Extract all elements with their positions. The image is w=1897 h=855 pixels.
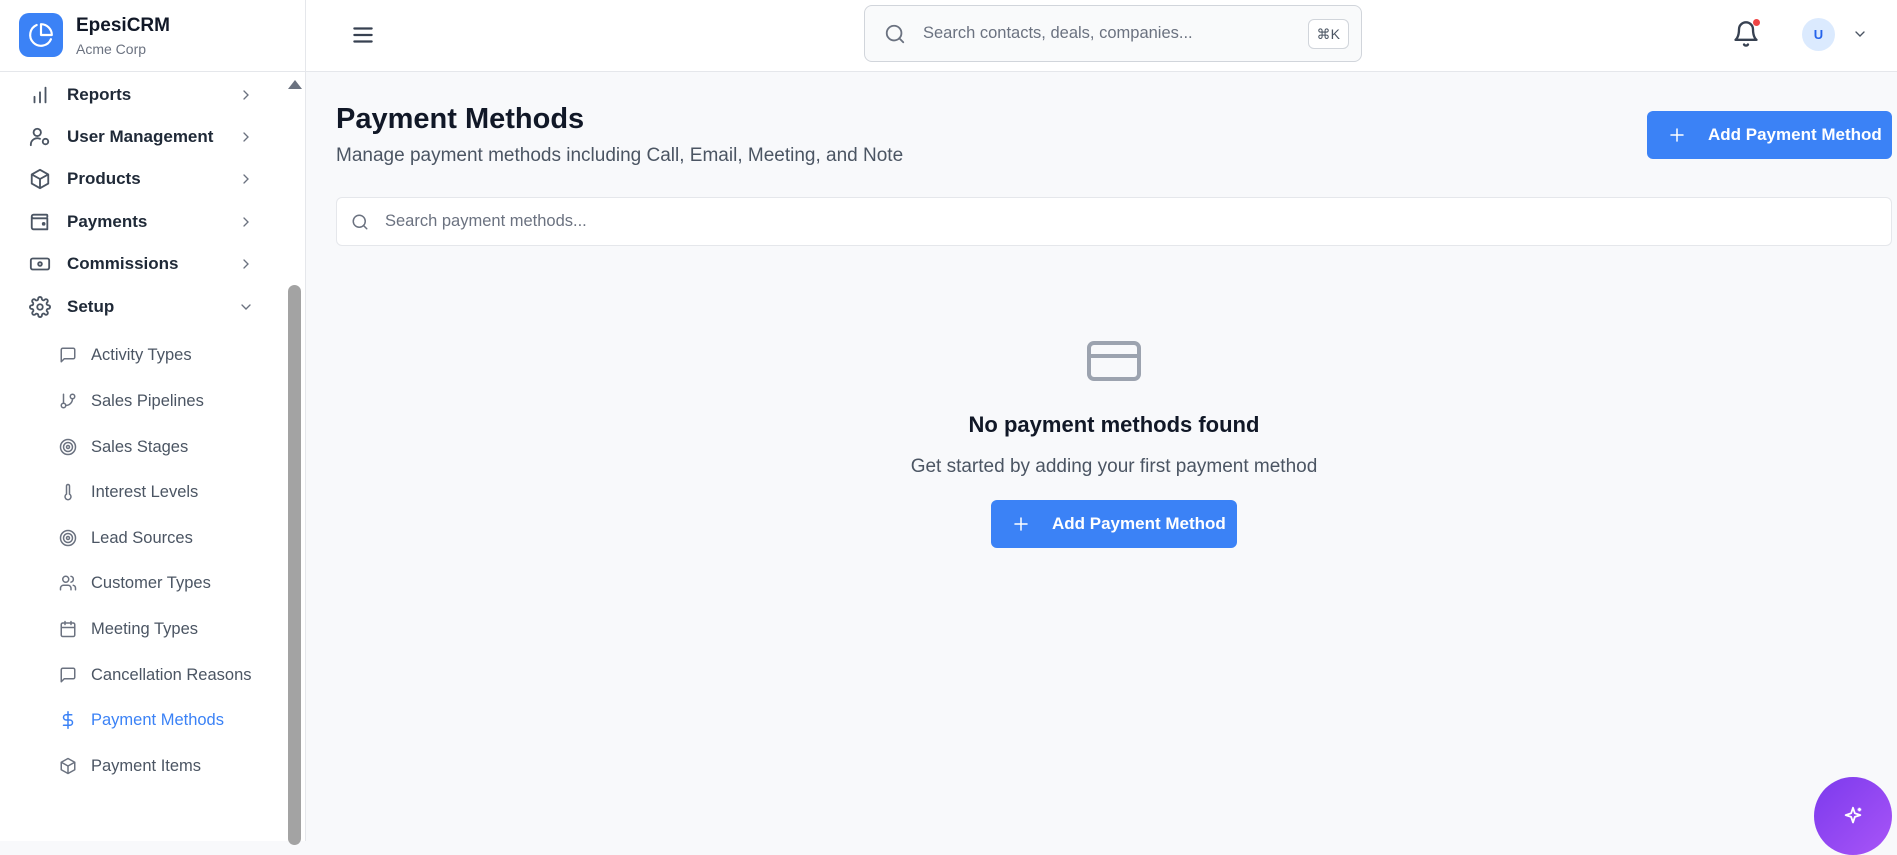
chevron-right-icon (243, 259, 249, 269)
sidebar-item-user-management[interactable]: User Management (0, 114, 270, 160)
avatar[interactable]: U (1802, 18, 1835, 51)
sidebar-item-products[interactable]: Products (0, 156, 270, 202)
dollar-icon (62, 711, 74, 729)
sidebar-subitem-label: Meeting Types (91, 619, 199, 638)
empty-state-title: No payment methods found (968, 412, 1260, 437)
search-icon (352, 214, 368, 230)
sidebar-subitem-label: Sales Pipelines (91, 391, 204, 410)
calendar-icon (60, 620, 76, 638)
sidebar-item-label: Products (67, 169, 141, 188)
page-title: Payment Methods (336, 103, 585, 135)
sidebar-item-label: Commissions (67, 254, 179, 273)
sidebar-subitem-label: Payment Items (91, 756, 202, 775)
sidebar-item-payments[interactable]: Payments (0, 199, 270, 245)
box-icon (30, 168, 50, 190)
plus-icon (1670, 128, 1684, 142)
sidebar-subitem-payment-methods[interactable]: Payment Methods (0, 700, 270, 740)
sidebar-subitem-cancellation-reasons[interactable]: Cancellation Reasons (0, 655, 270, 695)
target-icon (59, 529, 77, 547)
chevron-down-icon (241, 304, 251, 310)
sidebar-nav: Reports User Management Products Payment… (0, 72, 284, 841)
sidebar-subitem-sales-pipelines[interactable]: Sales Pipelines (0, 381, 270, 421)
empty-add-payment-method-button[interactable]: Add Payment Method (991, 500, 1237, 548)
sidebar-subitem-meeting-types[interactable]: Meeting Types (0, 609, 270, 649)
target-icon (59, 438, 77, 456)
sidebar-item-commissions[interactable]: Commissions (0, 241, 270, 287)
brand-org: Acme Corp (76, 41, 147, 57)
ai-assistant-button[interactable] (1814, 777, 1892, 855)
banknote-icon (29, 257, 51, 271)
global-search-placeholder: Search contacts, deals, companies... (923, 24, 1193, 42)
brand-name: EpesiCRM (76, 15, 170, 36)
sidebar-item-label: User Management (67, 127, 214, 146)
chevron-right-icon (243, 217, 249, 227)
sparkles-icon (1844, 806, 1862, 824)
sidebar-item-setup[interactable]: Setup (0, 284, 270, 330)
search-shortcut-badge: ⌘K (1307, 19, 1349, 49)
sidebar-subitem-label: Interest Levels (91, 482, 199, 501)
sidebar-item-label: Payments (67, 212, 148, 231)
users-icon (59, 575, 77, 591)
payment-methods-search-input[interactable]: Search payment methods... (336, 197, 1892, 246)
add-payment-method-label: Add Payment Method (1708, 125, 1882, 144)
notification-dot (1753, 19, 1760, 26)
sidebar-item-reports[interactable]: Reports (0, 72, 270, 118)
box-icon (60, 757, 76, 775)
bar-chart-icon (33, 86, 47, 104)
page-subtitle: Manage payment methods including Call, E… (336, 145, 904, 166)
chevron-right-icon (243, 90, 249, 100)
chevron-down-icon[interactable] (1852, 26, 1868, 42)
sidebar-scroll-thumb[interactable] (288, 285, 301, 845)
git-branch-icon (60, 393, 76, 409)
sidebar-subitem-label: Cancellation Reasons (91, 665, 252, 684)
add-payment-method-button[interactable]: Add Payment Method (1647, 111, 1892, 159)
main-content: Payment Methods Manage payment methods i… (306, 73, 1897, 841)
user-gear-icon (29, 127, 50, 147)
gear-icon (29, 296, 51, 318)
sidebar-item-label: Reports (67, 85, 132, 104)
message-square-icon (60, 347, 76, 363)
sidebar-subitem-label: Sales Stages (91, 437, 189, 456)
sidebar-subitem-activity-types[interactable]: Activity Types (0, 335, 270, 375)
thermometer-icon (64, 483, 72, 501)
sidebar: EpesiCRM Acme Corp Reports User Manageme… (0, 0, 306, 845)
brand-header[interactable]: EpesiCRM Acme Corp (0, 0, 305, 72)
sidebar-item-label: Setup (67, 297, 115, 316)
sidebar-subitem-interest-levels[interactable]: Interest Levels (0, 472, 270, 512)
top-bar: Search contacts, deals, companies... ⌘K … (306, 0, 1897, 72)
sidebar-subitem-sales-stages[interactable]: Sales Stages (0, 427, 270, 467)
payment-methods-search-placeholder: Search payment methods... (385, 212, 587, 230)
wallet-icon (30, 213, 49, 231)
global-search-input[interactable]: Search contacts, deals, companies... ⌘K (864, 5, 1362, 62)
sidebar-subitem-label: Payment Methods (91, 710, 224, 729)
sidebar-subitem-customer-types[interactable]: Customer Types (0, 563, 270, 603)
sidebar-subitem-label: Lead Sources (91, 528, 193, 547)
message-square-icon (60, 667, 76, 683)
sidebar-subitem-lead-sources[interactable]: Lead Sources (0, 518, 270, 558)
chevron-right-icon (243, 174, 249, 184)
credit-card-icon (1087, 341, 1141, 381)
sidebar-subitem-label: Customer Types (91, 573, 211, 592)
menu-icon[interactable] (350, 22, 376, 48)
plus-icon (1014, 517, 1028, 531)
empty-state-subtitle: Get started by adding your first payment… (910, 456, 1318, 477)
brand-logo-icon (19, 13, 63, 57)
empty-add-payment-method-label: Add Payment Method (1052, 514, 1226, 533)
sidebar-subitem-payment-items[interactable]: Payment Items (0, 746, 270, 786)
scroll-up-arrow-icon[interactable] (288, 80, 302, 89)
search-icon (885, 24, 905, 44)
chevron-right-icon (243, 132, 249, 142)
sidebar-subitem-label: Activity Types (91, 345, 192, 364)
